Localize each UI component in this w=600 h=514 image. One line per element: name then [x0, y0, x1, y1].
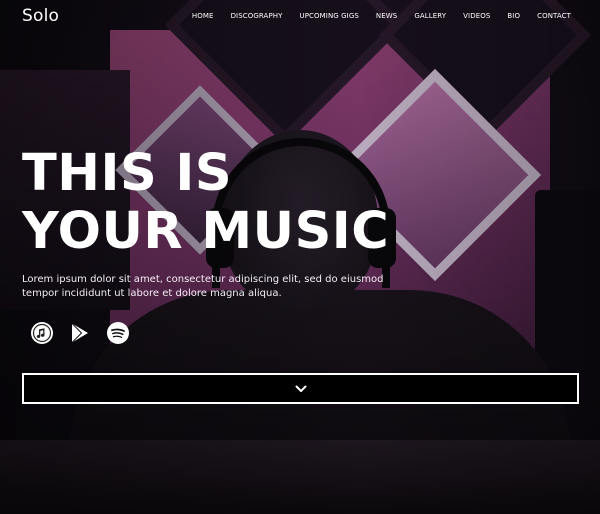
nav-videos[interactable]: VIDEOS	[463, 12, 490, 20]
nav-news[interactable]: NEWS	[376, 12, 397, 20]
scroll-down-button[interactable]	[22, 373, 579, 404]
google-play-icon	[71, 323, 88, 343]
hero-title-line-1: THIS IS	[22, 144, 233, 203]
streaming-links	[30, 321, 144, 345]
nav-gallery[interactable]: GALLERY	[414, 12, 446, 20]
spotify-link[interactable]	[106, 321, 130, 345]
nav-bio[interactable]: BIO	[507, 12, 520, 20]
nav-home[interactable]: HOME	[192, 12, 214, 20]
spotify-icon	[107, 322, 129, 344]
nav-upcoming-gigs[interactable]: UPCOMING GIGS	[300, 12, 359, 20]
chevron-down-icon	[295, 385, 306, 392]
main-nav: HOME DISCOGRAPHY UPCOMING GIGS NEWS GALL…	[175, 12, 571, 20]
apple-music-icon	[31, 322, 53, 344]
google-play-link[interactable]	[68, 321, 92, 345]
site-logo[interactable]: Solo	[22, 6, 59, 26]
hero-description: Lorem ipsum dolor sit amet, consectetur …	[22, 274, 384, 299]
site-header: Solo HOME DISCOGRAPHY UPCOMING GIGS NEWS…	[0, 0, 600, 32]
apple-music-link[interactable]	[30, 321, 54, 345]
hero-title-line-2: YOUR MUSIC	[22, 202, 390, 261]
hero-title: THIS IS YOUR MUSIC	[22, 145, 389, 261]
nav-contact[interactable]: CONTACT	[537, 12, 571, 20]
nav-discography[interactable]: DISCOGRAPHY	[231, 12, 283, 20]
